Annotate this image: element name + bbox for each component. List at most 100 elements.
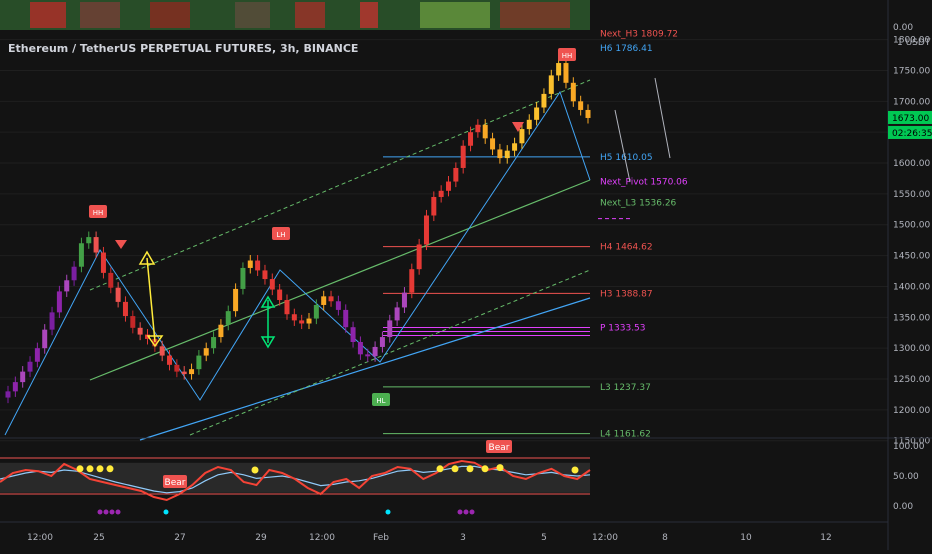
candle-body <box>115 287 121 302</box>
oscillator-dot <box>109 509 115 515</box>
marker-label-text: HH <box>93 209 104 217</box>
oscillator-dot <box>103 509 109 515</box>
time-tick-label: Feb <box>373 533 389 543</box>
oscillator-dot <box>251 466 259 474</box>
time-tick-label: 8 <box>662 533 668 543</box>
candle-body <box>379 337 385 347</box>
candle-body <box>167 355 173 365</box>
top-value-label: 0.00 <box>893 23 913 33</box>
marker-label-text: HL <box>376 397 385 405</box>
pivot-level-label: Next_H3 1809.72 <box>600 30 678 40</box>
candle-body <box>416 244 422 270</box>
candle-body <box>269 279 275 290</box>
candle-body <box>218 324 224 338</box>
candle-body <box>64 280 70 292</box>
time-tick-label: 12 <box>820 533 831 543</box>
candle-body <box>394 307 400 321</box>
candle-body <box>453 167 459 182</box>
pivot-level-label: H5 1610.05 <box>600 153 653 163</box>
candle-body <box>247 260 253 268</box>
candle-body <box>482 124 488 139</box>
price-tick-label: 1600.00 <box>893 159 930 169</box>
candle-body <box>423 215 429 245</box>
oscillator-dot <box>115 509 121 515</box>
time-tick-label: 3 <box>460 533 466 543</box>
oscillator-dot <box>571 466 579 474</box>
candle-body <box>291 314 297 321</box>
candle-body <box>255 260 261 271</box>
candle-body <box>431 196 437 216</box>
candle-body <box>27 361 33 372</box>
marker-label-text: LH <box>276 231 285 239</box>
candle-body <box>401 292 407 308</box>
candle-body <box>174 364 180 372</box>
candle-body <box>526 119 532 130</box>
oscillator-dot <box>86 465 94 473</box>
candle-body <box>504 150 510 159</box>
price-tick-label: 1700.00 <box>893 97 930 107</box>
oscillator-dot <box>481 465 489 473</box>
candle-body <box>497 149 503 159</box>
price-tick-label: 1400.00 <box>893 282 930 292</box>
candle-body <box>460 145 466 168</box>
pivot-level-label: P 1333.53 <box>600 323 646 333</box>
price-tick-label: 1300.00 <box>893 344 930 354</box>
candle-body <box>321 296 327 305</box>
price-tick-label: 1750.00 <box>893 66 930 76</box>
candle-body <box>100 252 106 273</box>
oscillator-dot <box>469 509 475 515</box>
time-tick-label: 12:00 <box>309 533 335 543</box>
oscillator-tick-label: 50.00 <box>893 472 919 482</box>
axis-currency: 1 USDT <box>897 38 931 48</box>
bear-label-text: Bear <box>165 478 186 488</box>
candle-body <box>468 132 474 146</box>
candle-body <box>372 346 378 357</box>
price-tick-label: 1550.00 <box>893 190 930 200</box>
candle-body <box>159 346 165 356</box>
candle-body <box>570 82 576 102</box>
candle-body <box>438 190 444 197</box>
candle-body <box>578 101 584 110</box>
oscillator-dot <box>163 509 169 515</box>
price-chart[interactable]: Next_H3 1809.72 H6 1786.41 H5 1610.05 Next_… <box>0 0 932 550</box>
candle-body <box>71 266 77 281</box>
candle-body <box>211 337 217 349</box>
candle-body <box>585 109 591 118</box>
pivot-level-label: Next_Pivot 1570.06 <box>600 178 688 188</box>
price-tick-label: 1200.00 <box>893 406 930 416</box>
candle-body <box>299 320 305 324</box>
candle-body <box>196 355 202 370</box>
oscillator-dot <box>76 465 84 473</box>
candle-body <box>130 316 136 328</box>
oscillator-dot <box>436 465 444 473</box>
candle-body <box>357 342 363 355</box>
price-tick-label: 1450.00 <box>893 252 930 262</box>
oscillator-dot <box>466 465 474 473</box>
price-tick-label: 1250.00 <box>893 375 930 385</box>
candle-body <box>181 371 187 375</box>
chart-title: Ethereum / TetherUS PERPETUAL FUTURES, 3… <box>8 42 359 55</box>
pivot-level-label: L3 1237.37 <box>600 383 651 393</box>
oscillator-dot <box>457 509 463 515</box>
candle-body <box>233 288 239 312</box>
candle-body <box>387 320 393 338</box>
oscillator-dot <box>96 465 104 473</box>
candle-body <box>93 237 99 253</box>
candle-body <box>189 369 195 375</box>
time-tick-label: 12:00 <box>27 533 53 543</box>
candle-body <box>56 291 62 313</box>
time-tick-label: 29 <box>255 533 267 543</box>
candle-body <box>563 63 569 83</box>
marker-label-text: HH <box>562 52 573 60</box>
countdown-text: 02:26:35 <box>892 129 932 139</box>
candle-body <box>122 301 128 317</box>
pivot-level-label: H4 1464.62 <box>600 243 653 253</box>
time-tick-label: 12:00 <box>592 533 618 543</box>
candle-body <box>78 243 84 267</box>
candle-body <box>240 267 246 289</box>
last-price-text: 1673.00 <box>892 114 929 124</box>
pivot-level-label: Next_L3 1536.26 <box>600 198 677 208</box>
candle-body <box>284 300 290 315</box>
price-tick-label: 1500.00 <box>893 221 930 231</box>
candle-body <box>225 311 231 325</box>
